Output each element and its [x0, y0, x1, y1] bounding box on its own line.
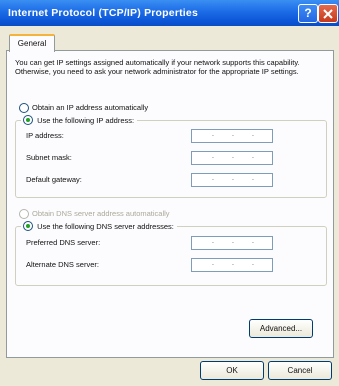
octet-dot: . [232, 175, 234, 182]
octet-dot: . [212, 153, 214, 160]
octet-dot: . [212, 175, 214, 182]
default-gateway-label: Default gateway: [26, 175, 82, 184]
help-button[interactable]: ? [298, 4, 318, 23]
subnet-mask-label: Subnet mask: [26, 153, 72, 162]
general-panel: You can get IP settings assigned automat… [6, 50, 334, 358]
ip-manual-radio[interactable] [23, 115, 33, 126]
dns-group: Use the following DNS server addresses: … [15, 221, 327, 286]
window-title: Internet Protocol (TCP/IP) Properties [8, 7, 199, 19]
octet-dot: . [232, 260, 234, 267]
octet-dot: . [212, 238, 214, 245]
ip-address-label: IP address: [26, 131, 64, 140]
dns-auto-radio[interactable] [19, 209, 29, 219]
dialog-body: General You can get IP settings assigned… [0, 26, 339, 386]
octet-dot: . [252, 153, 254, 160]
cancel-button[interactable]: Cancel [268, 361, 332, 380]
ip-auto-radio[interactable] [19, 103, 29, 113]
octet-dot: . [252, 175, 254, 182]
octet-dot: . [232, 238, 234, 245]
ip-auto-label[interactable]: Obtain an IP address automatically [32, 103, 148, 112]
close-icon [323, 8, 333, 19]
ip-address-input[interactable]: . . . [191, 129, 273, 143]
ip-manual-option[interactable]: Use the following IP address: [21, 115, 138, 126]
octet-dot: . [212, 131, 214, 138]
dns-manual-radio[interactable] [23, 221, 33, 232]
dns-manual-label[interactable]: Use the following DNS server addresses: [37, 222, 174, 231]
preferred-dns-input[interactable]: . . . [191, 236, 273, 250]
octet-dot: . [252, 238, 254, 245]
title-bar[interactable]: Internet Protocol (TCP/IP) Properties ? [0, 0, 339, 26]
octet-dot: . [252, 260, 254, 267]
tab-general[interactable]: General [9, 34, 55, 52]
close-button[interactable] [318, 4, 338, 23]
advanced-button[interactable]: Advanced... [249, 319, 313, 338]
octet-dot: . [252, 131, 254, 138]
octet-dot: . [212, 260, 214, 267]
octet-dot: . [232, 131, 234, 138]
ok-button[interactable]: OK [200, 361, 264, 380]
octet-dot: . [232, 153, 234, 160]
alternate-dns-label: Alternate DNS server: [26, 260, 99, 269]
subnet-mask-input[interactable]: . . . [191, 151, 273, 165]
preferred-dns-label: Preferred DNS server: [26, 238, 101, 247]
alternate-dns-input[interactable]: . . . [191, 258, 273, 272]
dns-manual-option[interactable]: Use the following DNS server addresses: [21, 221, 177, 232]
dns-auto-label[interactable]: Obtain DNS server address automatically [32, 209, 170, 218]
default-gateway-input[interactable]: . . . [191, 173, 273, 187]
ip-manual-label[interactable]: Use the following IP address: [37, 116, 134, 125]
description-text: You can get IP settings assigned automat… [15, 58, 300, 76]
ip-group: Use the following IP address: IP address… [15, 115, 327, 198]
